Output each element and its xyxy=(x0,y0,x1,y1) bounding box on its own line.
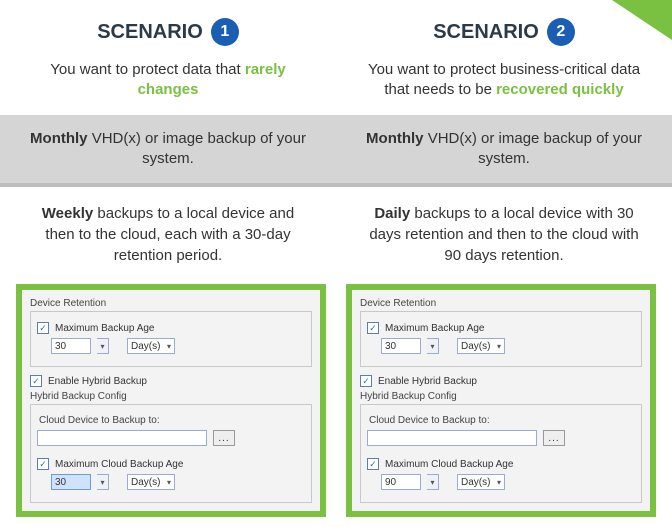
chevron-down-icon: ▾ xyxy=(430,342,434,351)
scenario-2-description: You want to protect business-critical da… xyxy=(336,54,672,115)
band-strong: Monthly xyxy=(30,130,88,147)
chevron-down-icon: ▾ xyxy=(167,478,171,487)
local-age-unit-select[interactable]: Day(s) ▾ xyxy=(457,338,505,354)
cloud-device-input[interactable] xyxy=(37,430,207,446)
cloud-age-unit-select[interactable]: Day(s) ▾ xyxy=(127,474,175,490)
chevron-down-icon: ▾ xyxy=(497,478,501,487)
enable-hybrid-label: Enable Hybrid Backup xyxy=(48,376,147,387)
chevron-down-icon: ▾ xyxy=(100,342,104,351)
chevron-down-icon: ▾ xyxy=(430,478,434,487)
band-1-row: Monthly VHD(x) or image backup of your s… xyxy=(0,115,672,184)
hybrid-config-fieldset: Cloud Device to Backup to: ... ✓ Maximum… xyxy=(30,404,312,503)
band-strong: Daily xyxy=(374,205,410,222)
scenario-label: SCENARIO xyxy=(97,21,203,44)
scenario-2-band2: Daily backups to a local device with 30 … xyxy=(336,187,672,284)
band-strong: Weekly xyxy=(42,205,93,222)
chevron-down-icon: ▾ xyxy=(167,342,171,351)
device-retention-label: Device Retention xyxy=(30,298,312,309)
local-age-unit-select[interactable]: Day(s) ▾ xyxy=(127,338,175,354)
band-text: VHD(x) or image backup of your system. xyxy=(88,130,306,167)
band-text: backups to a local device with 30 days r… xyxy=(369,205,638,264)
band-strong: Monthly xyxy=(366,130,424,147)
local-age-input[interactable]: 30 xyxy=(381,338,421,354)
config-panel-left: Device Retention ✓ Maximum Backup Age 30… xyxy=(16,284,326,517)
local-age-spinner[interactable]: ▾ xyxy=(427,338,439,354)
cloud-device-input[interactable] xyxy=(367,430,537,446)
desc-highlight: recovered quickly xyxy=(496,81,624,98)
scenario-2-title: SCENARIO 2 xyxy=(433,18,575,46)
scenario-1-title: SCENARIO 1 xyxy=(97,18,239,46)
max-cloud-age-checkbox[interactable]: ✓ xyxy=(367,458,379,470)
cloud-age-input[interactable]: 30 xyxy=(51,474,91,490)
device-retention-fieldset: ✓ Maximum Backup Age 30 ▾ Day(s) ▾ xyxy=(360,311,642,367)
max-backup-age-checkbox[interactable]: ✓ xyxy=(367,322,379,334)
cloud-age-unit-select[interactable]: Day(s) ▾ xyxy=(457,474,505,490)
max-backup-age-label: Maximum Backup Age xyxy=(385,323,485,334)
scenario-1-band1: Monthly VHD(x) or image backup of your s… xyxy=(0,115,336,184)
max-cloud-age-label: Maximum Cloud Backup Age xyxy=(55,459,183,470)
local-age-spinner[interactable]: ▾ xyxy=(97,338,109,354)
device-retention-label: Device Retention xyxy=(360,298,642,309)
cloud-device-label: Cloud Device to Backup to: xyxy=(369,415,635,426)
max-backup-age-label: Maximum Backup Age xyxy=(55,323,155,334)
hybrid-config-label: Hybrid Backup Config xyxy=(360,391,642,402)
chevron-down-icon: ▾ xyxy=(100,478,104,487)
scenario-2-number-icon: 2 xyxy=(547,18,575,46)
scenario-1-description: You want to protect data that rarely cha… xyxy=(0,54,336,115)
select-value: Day(s) xyxy=(461,341,490,352)
enable-hybrid-checkbox[interactable]: ✓ xyxy=(30,375,42,387)
band-text: VHD(x) or image backup of your system. xyxy=(424,130,642,167)
hybrid-config-fieldset: Cloud Device to Backup to: ... ✓ Maximum… xyxy=(360,404,642,503)
hybrid-config-label: Hybrid Backup Config xyxy=(30,391,312,402)
device-retention-fieldset: ✓ Maximum Backup Age 30 ▾ Day(s) ▾ xyxy=(30,311,312,367)
scenario-2-band1: Monthly VHD(x) or image backup of your s… xyxy=(336,115,672,184)
config-panel-right: Device Retention ✓ Maximum Backup Age 30… xyxy=(346,284,656,517)
enable-hybrid-checkbox[interactable]: ✓ xyxy=(360,375,372,387)
chevron-down-icon: ▾ xyxy=(497,342,501,351)
select-value: Day(s) xyxy=(461,477,490,488)
corner-decoration xyxy=(612,0,672,40)
scenario-1-number-icon: 1 xyxy=(211,18,239,46)
header-row: SCENARIO 1 You want to protect data that… xyxy=(0,0,672,115)
scenario-1-band2: Weekly backups to a local device and the… xyxy=(0,187,336,284)
enable-hybrid-label: Enable Hybrid Backup xyxy=(378,376,477,387)
config-panels-row: Device Retention ✓ Maximum Backup Age 30… xyxy=(0,284,672,527)
desc-text: You want to protect data that xyxy=(50,61,240,78)
band-2-row: Weekly backups to a local device and the… xyxy=(0,187,672,284)
cloud-age-spinner[interactable]: ▾ xyxy=(427,474,439,490)
scenario-label: SCENARIO xyxy=(433,21,539,44)
cloud-age-input[interactable]: 90 xyxy=(381,474,421,490)
select-value: Day(s) xyxy=(131,341,160,352)
max-cloud-age-label: Maximum Cloud Backup Age xyxy=(385,459,513,470)
browse-button[interactable]: ... xyxy=(543,430,565,446)
browse-button[interactable]: ... xyxy=(213,430,235,446)
max-cloud-age-checkbox[interactable]: ✓ xyxy=(37,458,49,470)
cloud-device-label: Cloud Device to Backup to: xyxy=(39,415,305,426)
max-backup-age-checkbox[interactable]: ✓ xyxy=(37,322,49,334)
select-value: Day(s) xyxy=(131,477,160,488)
cloud-age-spinner[interactable]: ▾ xyxy=(97,474,109,490)
local-age-input[interactable]: 30 xyxy=(51,338,91,354)
